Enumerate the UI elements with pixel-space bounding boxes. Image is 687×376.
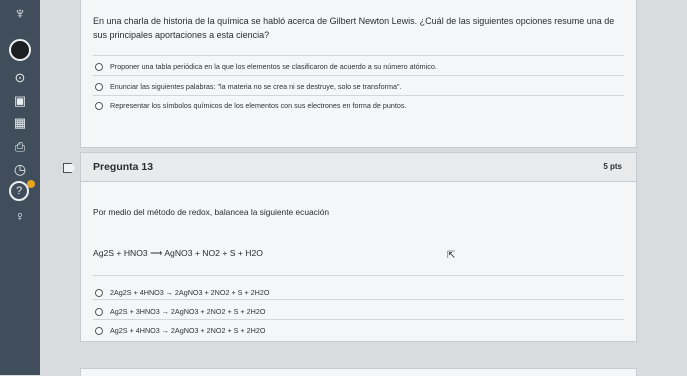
global-nav: ♆ ⊙ ▣ ▦ ⎙ ◷ ? ♀ [0, 0, 40, 375]
question-header: Pregunta 13 5 pts [81, 153, 636, 182]
inbox-icon[interactable]: ⎙ [9, 135, 31, 157]
divider [93, 275, 624, 276]
option-label: 2Ag2S + 4HNO3 → 2AgNO3 + 2NO2 + S + 2H2O [110, 288, 270, 297]
mouse-cursor-icon: ⇱ [447, 250, 456, 261]
flag-question-icon[interactable] [63, 163, 75, 173]
radio-button[interactable] [95, 82, 103, 91]
notification-badge [27, 180, 35, 188]
question-points: 5 pts [603, 162, 622, 171]
dashboard-icon[interactable]: ▣ [9, 89, 31, 111]
chemical-equation: Ag2S + HNO3 ⟶ AgNO3 + NO2 + S + H2O [93, 248, 263, 259]
question-text: En una charla de historia de la química … [93, 16, 615, 40]
question-card-12: En una charla de historia de la química … [80, 0, 637, 148]
divider [93, 95, 624, 96]
help-icon[interactable]: ? [9, 181, 29, 201]
radio-button[interactable] [95, 307, 103, 316]
question-card-13: Pregunta 13 5 pts Por medio del método d… [80, 152, 637, 342]
history-icon[interactable]: ◷ [9, 158, 31, 180]
option-label: Representar los símbolos químicos de los… [110, 101, 407, 110]
divider [93, 55, 624, 56]
option-label: Proponer una tabla periódica en la que l… [110, 62, 437, 71]
option-label: Ag2S + 4HNO3 → 2AgNO3 + 2NO2 + S + 2H2O [110, 326, 266, 335]
answer-option[interactable]: Proponer una tabla periódica en la que l… [95, 62, 437, 71]
divider [93, 75, 624, 76]
equation-text: Ag2S + HNO3 ⟶ AgNO3 + NO2 + S + H2O [93, 248, 263, 258]
question-title: Pregunta 13 [93, 161, 154, 173]
answer-option[interactable]: Representar los símbolos químicos de los… [95, 101, 406, 110]
answer-option[interactable]: Ag2S + 3HNO3 → 2AgNO3 + 2NO2 + S + 2H2O [95, 307, 265, 316]
radio-button[interactable] [95, 62, 103, 71]
calendar-icon[interactable]: ▦ [9, 111, 31, 133]
radio-button[interactable] [95, 288, 103, 297]
divider [93, 319, 624, 320]
answer-option[interactable]: Enunciar las siguientes palabras: "la ma… [95, 82, 402, 91]
bulb-icon[interactable]: ♀ [9, 205, 31, 227]
answer-option[interactable]: 2Ag2S + 4HNO3 → 2AgNO3 + 2NO2 + S + 2H2O [95, 288, 269, 297]
answer-option[interactable]: Ag2S + 4HNO3 → 2AgNO3 + 2NO2 + S + 2H2O [95, 326, 265, 335]
logo-icon[interactable]: ♆ [9, 2, 31, 24]
radio-button[interactable] [95, 101, 103, 110]
option-label: Ag2S + 3HNO3 → 2AgNO3 + 2NO2 + S + 2H2O [110, 307, 266, 316]
question-prompt: Por medio del método de redox, balancea … [93, 207, 330, 217]
option-label: Enunciar las siguientes palabras: "la ma… [110, 82, 402, 91]
account-icon[interactable] [9, 39, 31, 61]
avatar-icon[interactable]: ⊙ [9, 66, 31, 88]
radio-button[interactable] [95, 326, 103, 335]
divider [93, 299, 624, 300]
